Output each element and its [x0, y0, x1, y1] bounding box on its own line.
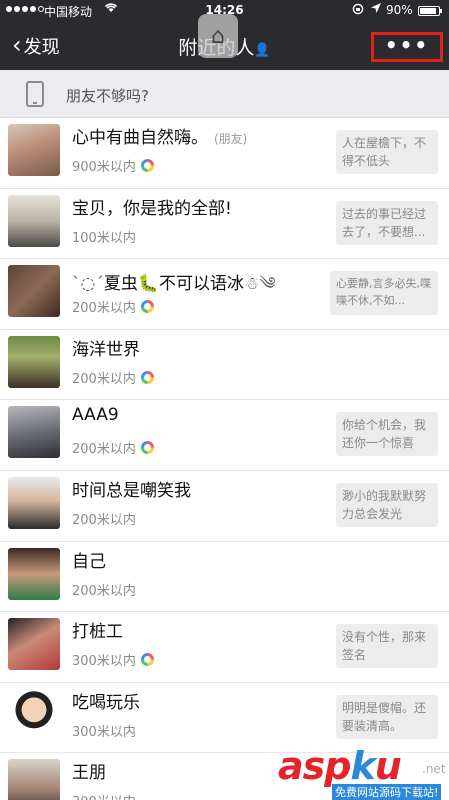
friend-tag: (朋友): [214, 132, 248, 146]
banner-text: 朋友不够吗?: [66, 87, 149, 105]
caterpillar-emoji-icon: 🐛: [137, 274, 160, 295]
moments-icon: [140, 653, 154, 667]
person-name: 吃喝玩乐: [72, 692, 140, 713]
location-arrow-icon: [370, 2, 382, 17]
rotation-lock-icon: [352, 3, 364, 18]
battery-icon: [418, 6, 442, 16]
avatar: [8, 265, 60, 318]
person-name: 打桩工: [72, 622, 123, 643]
signature-bubble: 渺小的我默默努力总会发光: [336, 482, 438, 527]
moments-icon: [140, 159, 154, 172]
avatar: [8, 406, 60, 459]
person-name: 宝贝，你是我的全部!: [72, 198, 232, 219]
avatar: [8, 547, 60, 600]
signature-bubble: 你给个机会，我还你一个惊喜: [336, 412, 438, 457]
watermark-logo: aspku: [278, 744, 402, 788]
person-distance: 300米以内: [72, 650, 154, 669]
watermark-domain: .net: [422, 762, 446, 776]
person-name: 海洋世界: [72, 339, 140, 360]
more-button-highlight[interactable]: •••: [371, 32, 443, 62]
top-bar: 中国移动 14:26 90% ‹ 发现 附近的人👤 ••• ⌂: [0, 0, 449, 70]
person-distance: 200米以内: [72, 438, 154, 457]
person-distance: 300米以内: [72, 724, 136, 740]
avatar: [8, 759, 60, 800]
phone-icon: [26, 81, 44, 107]
decorative-symbol-icon: ˋ◌ˊ: [72, 274, 104, 295]
list-item[interactable]: 时间总是嘲笑我 200米以内 渺小的我默默努力总会发光: [0, 471, 449, 542]
person-distance: 200米以内: [72, 297, 154, 316]
battery-percent: 90%: [386, 3, 413, 17]
avatar: [8, 688, 60, 741]
list-item[interactable]: AAA9 200米以内 你给个机会，我还你一个惊喜: [0, 400, 449, 471]
person-icon: 👤: [254, 43, 271, 58]
list-item[interactable]: ˋ◌ˊ夏虫🐛不可以语冰☃༄ 200米以内 心要静,言多必失,喋喋不休,不如...: [0, 259, 449, 330]
swirl-icon: ༄: [259, 274, 276, 295]
person-distance: 200米以内: [72, 512, 136, 528]
avatar: [8, 194, 60, 247]
watermark-slogan: 免费网站源码下载站!: [332, 784, 442, 800]
person-distance: 200米以内: [72, 368, 154, 387]
avatar: [8, 335, 60, 388]
assistive-touch-home-icon[interactable]: ⌂: [198, 14, 238, 58]
more-button[interactable]: •••: [374, 35, 440, 55]
person-distance: 300米以内: [72, 791, 136, 800]
signature-bubble: 明明是傻帽。还要装清高。: [336, 694, 438, 739]
person-name: 自己: [72, 551, 106, 572]
person-name: 心中有曲自然嗨。 (朋友): [72, 128, 248, 148]
person-distance: 900米以内: [72, 156, 154, 175]
nearby-people-list: 心中有曲自然嗨。 (朋友) 900米以内 人在屋檐下，不得不低头 宝贝，你是我的全…: [0, 118, 449, 800]
signature-bubble: 人在屋檐下，不得不低头: [336, 130, 438, 174]
signature-bubble: 没有个性，那来签名: [336, 624, 438, 669]
avatar: [8, 476, 60, 529]
list-item[interactable]: 心中有曲自然嗨。 (朋友) 900米以内 人在屋檐下，不得不低头: [0, 118, 449, 189]
person-name: AAA9: [72, 405, 119, 426]
person-name: 王朋: [72, 763, 106, 784]
moments-icon: [140, 370, 154, 384]
snowman-emoji-icon: ☃: [244, 274, 260, 295]
signature-bubble: 心要静,言多必失,喋喋不休,不如...: [330, 271, 438, 316]
list-item[interactable]: 自己 200米以内: [0, 542, 449, 613]
list-item[interactable]: 打桩工 300米以内 没有个性，那来签名: [0, 612, 449, 683]
avatar: [8, 618, 60, 671]
list-item[interactable]: 宝贝，你是我的全部! 100米以内 过去的事已经过去了，不要想...: [0, 189, 449, 260]
list-item[interactable]: 海洋世界 200米以内: [0, 330, 449, 401]
signature-bubble: 过去的事已经过去了，不要想...: [336, 200, 438, 245]
site-watermark: aspku .net 免费网站源码下载站!: [274, 742, 449, 800]
moments-icon: [140, 300, 154, 314]
person-name: 时间总是嘲笑我: [72, 480, 191, 501]
moments-icon: [140, 441, 154, 455]
find-friends-banner[interactable]: 朋友不够吗?: [0, 70, 449, 118]
avatar: [8, 124, 60, 176]
person-distance: 100米以内: [72, 230, 136, 246]
person-distance: 200米以内: [72, 583, 136, 599]
